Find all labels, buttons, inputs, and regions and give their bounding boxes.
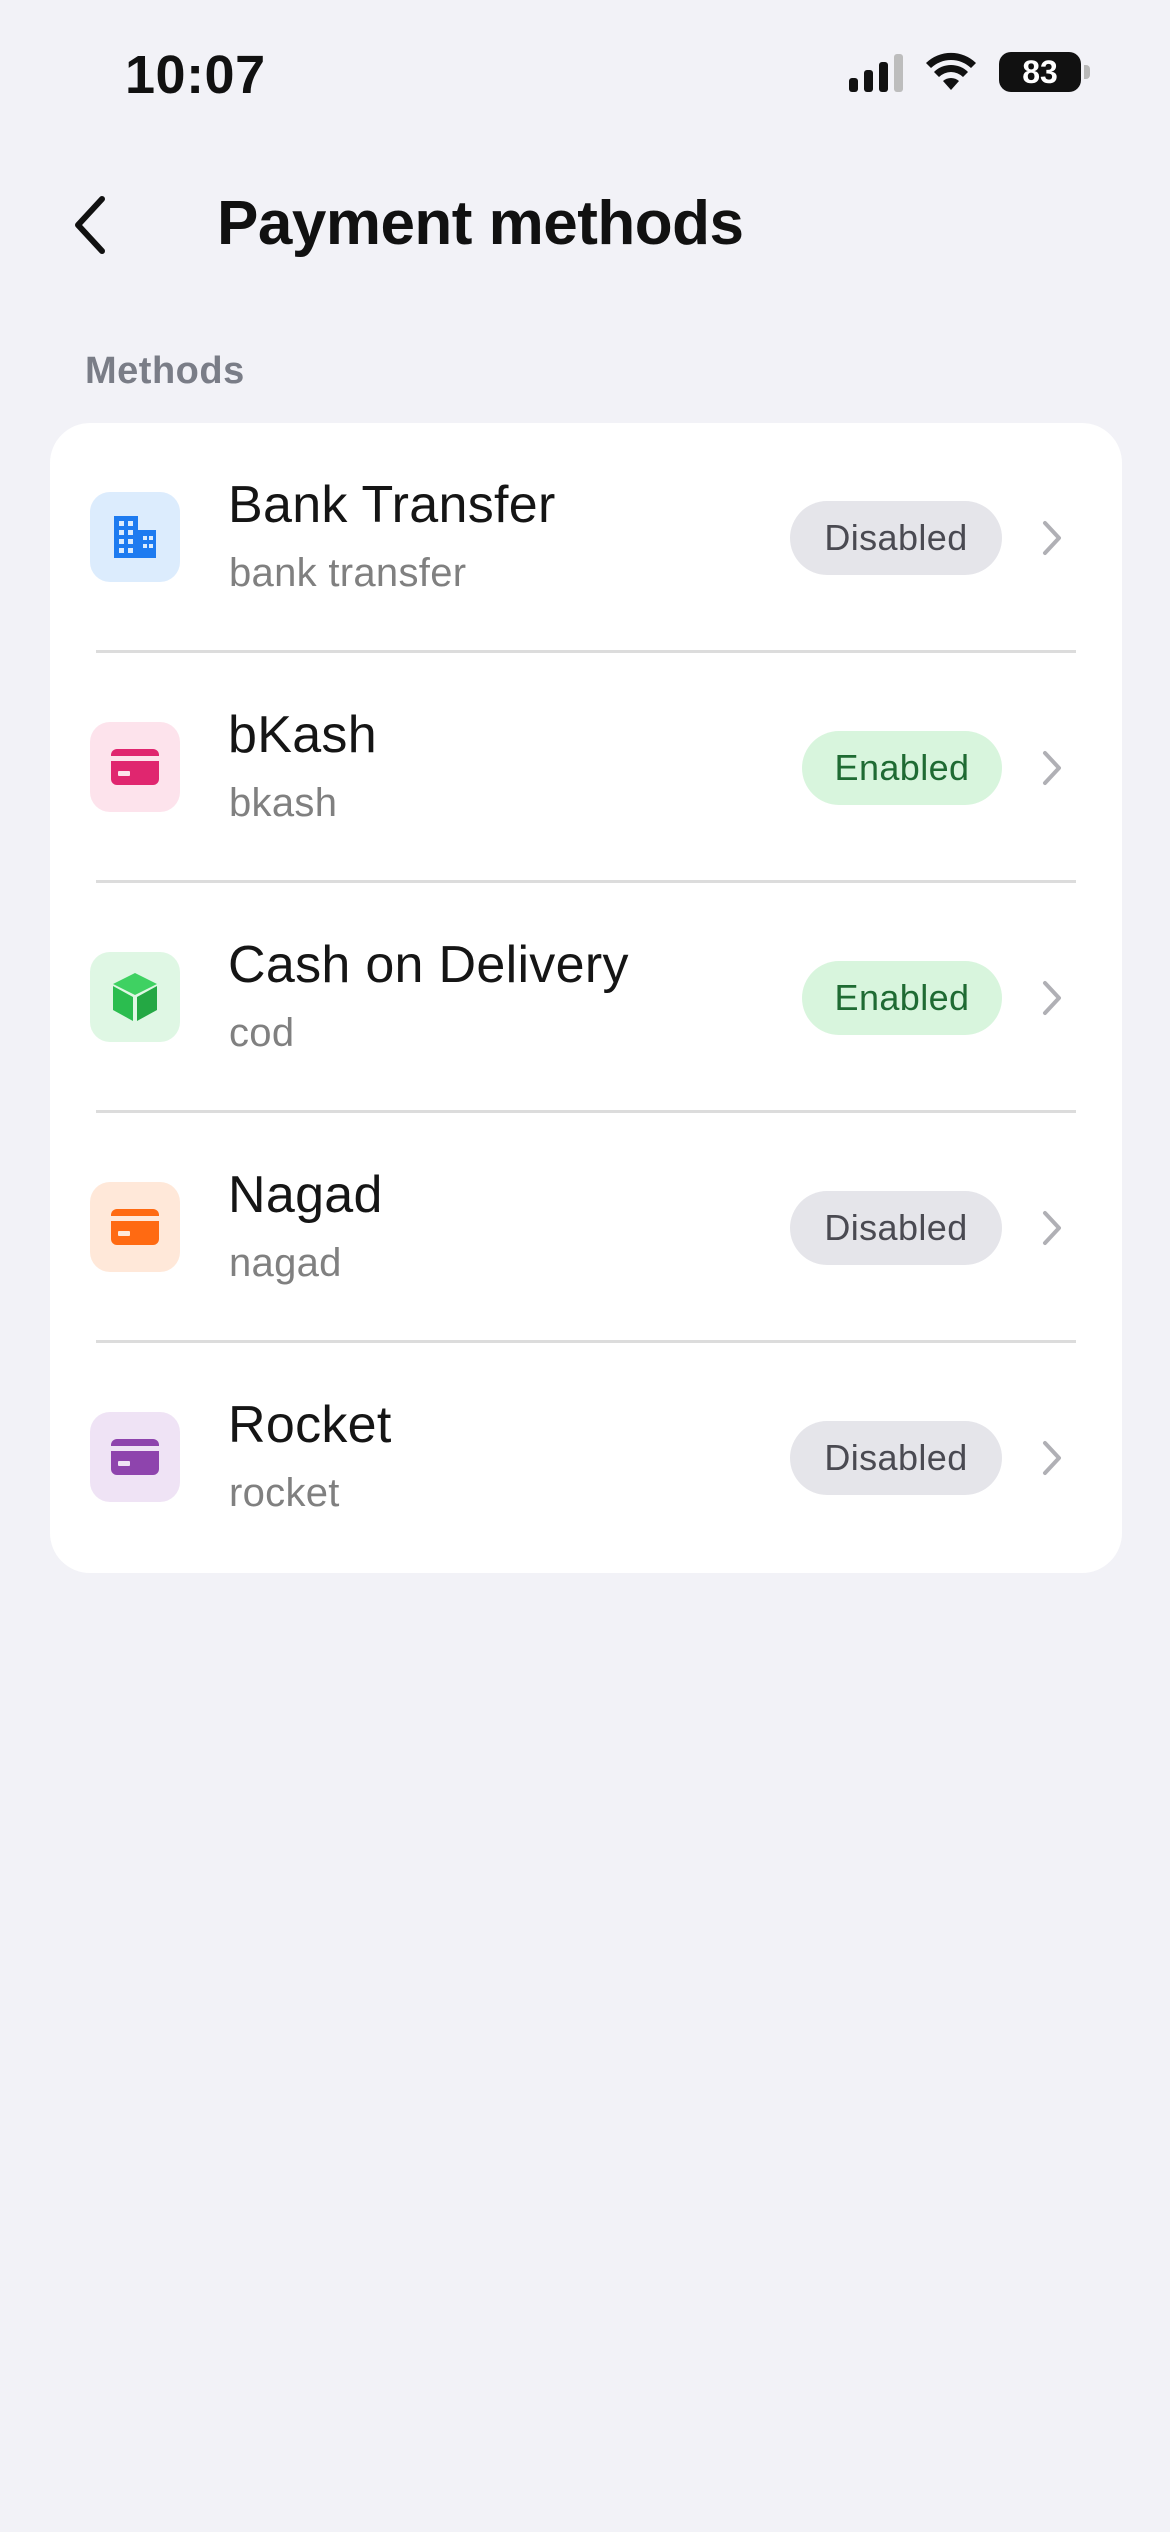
chevron-right-icon (1032, 1208, 1072, 1248)
method-icon-box (90, 1412, 180, 1502)
status-badge: Disabled (790, 501, 1002, 575)
status-badge: Disabled (790, 1191, 1002, 1265)
method-code: bank transfer (229, 551, 467, 595)
method-icon-box (90, 952, 180, 1042)
chevron-right-icon (1032, 518, 1072, 558)
method-icon-box (90, 722, 180, 812)
method-row-nagad[interactable]: Nagad nagad Disabled (50, 1113, 1122, 1343)
status-time: 10:07 (125, 45, 266, 105)
wifi-icon (926, 52, 976, 90)
method-title: Rocket (228, 1396, 392, 1454)
header: Payment methods (0, 160, 1170, 290)
status-icons: 83 (849, 52, 1090, 92)
method-title: Cash on Delivery (228, 936, 629, 994)
cellular-signal-icon (849, 52, 903, 92)
method-row-rocket[interactable]: Rocket rocket Disabled (50, 1343, 1122, 1573)
battery-icon: 83 (999, 52, 1081, 92)
back-button[interactable] (55, 190, 125, 260)
card-icon (111, 1209, 159, 1245)
status-badge: Disabled (790, 1421, 1002, 1495)
status-badge: Enabled (802, 731, 1002, 805)
method-code: rocket (229, 1471, 340, 1515)
page-title: Payment methods (217, 189, 744, 258)
method-code: cod (229, 1011, 295, 1055)
battery-indicator: 83 (999, 52, 1090, 92)
method-row-bank-transfer[interactable]: Bank Transfer bank transfer Disabled (50, 423, 1122, 653)
card-icon (111, 749, 159, 785)
status-bar: 10:07 83 (0, 0, 1170, 150)
card-icon (111, 1439, 159, 1475)
payment-methods-list: Bank Transfer bank transfer Disabled bKa… (50, 423, 1122, 1573)
method-code: nagad (229, 1241, 342, 1285)
package-icon (113, 973, 157, 1021)
section-label: Methods (85, 350, 245, 392)
chevron-right-icon (1032, 978, 1072, 1018)
battery-level: 83 (1022, 53, 1058, 90)
method-row-bkash[interactable]: bKash bkash Enabled (50, 653, 1122, 883)
building-icon (114, 516, 156, 558)
chevron-right-icon (1032, 1438, 1072, 1478)
status-badge: Enabled (802, 961, 1002, 1035)
method-title: bKash (228, 706, 377, 764)
method-title: Nagad (228, 1166, 383, 1224)
chevron-right-icon (1032, 748, 1072, 788)
method-title: Bank Transfer (228, 476, 556, 534)
method-row-cash-on-delivery[interactable]: Cash on Delivery cod Enabled (50, 883, 1122, 1113)
method-icon-box (90, 492, 180, 582)
chevron-left-icon (75, 196, 105, 254)
method-icon-box (90, 1182, 180, 1272)
method-code: bkash (229, 781, 338, 825)
